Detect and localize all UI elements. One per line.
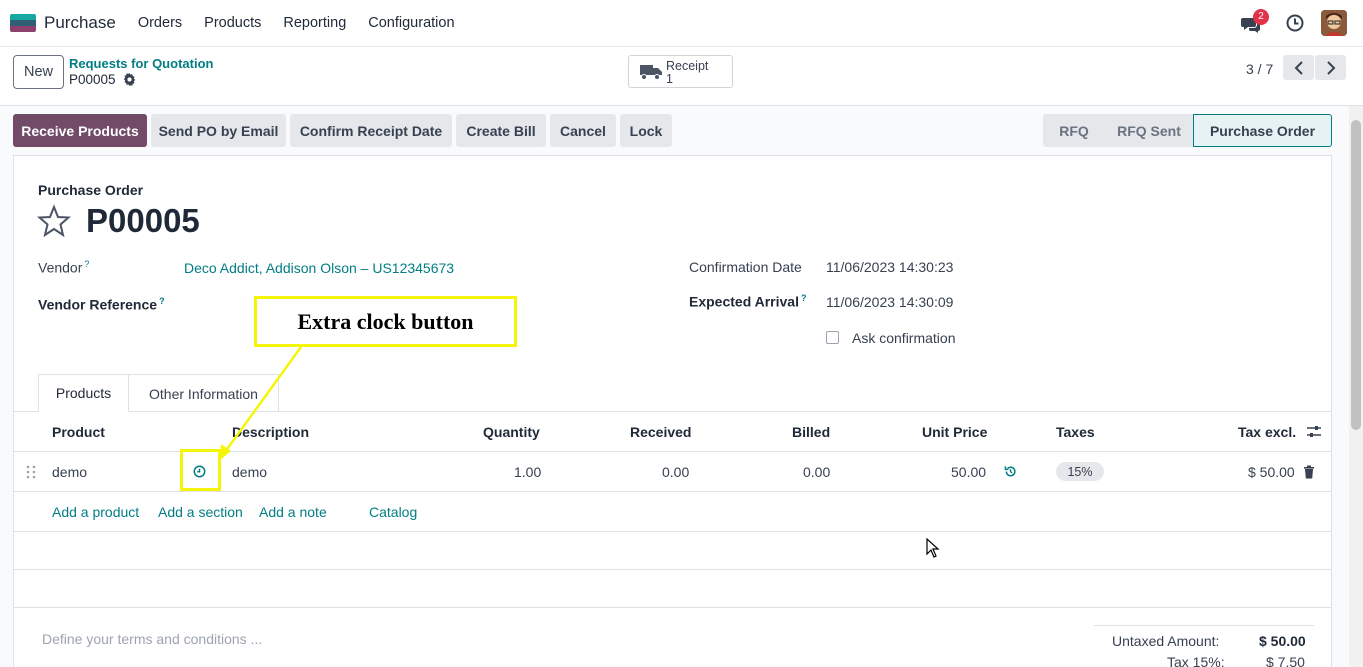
- status-purchase-order[interactable]: Purchase Order: [1193, 114, 1332, 147]
- menu-products[interactable]: Products: [204, 15, 261, 31]
- pager-value[interactable]: 3 / 7: [1246, 61, 1273, 77]
- expected-arrival-help-icon[interactable]: ?: [801, 293, 807, 303]
- totals-separator: [1094, 625, 1314, 626]
- annotation-callout: Extra clock button: [254, 296, 517, 347]
- chat-count-badge: 2: [1253, 9, 1269, 25]
- optional-columns-icon[interactable]: [1306, 424, 1322, 440]
- menu-configuration[interactable]: Configuration: [368, 15, 454, 31]
- col-product[interactable]: Product: [52, 424, 105, 440]
- chevron-left-icon: [1294, 60, 1303, 75]
- receipt-count: 1: [666, 72, 673, 86]
- tab-divider-left: [14, 411, 38, 412]
- tab-products[interactable]: Products: [38, 374, 129, 412]
- add-note-link[interactable]: Add a note: [259, 504, 327, 520]
- subtotal-cell: $ 50.00: [1248, 464, 1295, 480]
- untaxed-amount-value: $ 50.00: [1259, 633, 1306, 649]
- vendor-help-icon[interactable]: ?: [84, 259, 89, 269]
- catalog-link[interactable]: Catalog: [369, 504, 417, 520]
- receipt-smart-button[interactable]: Receipt 1: [628, 55, 733, 88]
- vendor-reference-label: Vendor Reference?: [38, 296, 165, 313]
- confirm-receipt-date-button[interactable]: Confirm Receipt Date: [290, 114, 452, 147]
- tax-tag[interactable]: 15%: [1056, 462, 1104, 481]
- expected-arrival-label: Expected Arrival?: [689, 293, 806, 310]
- star-icon[interactable]: [37, 204, 71, 238]
- truck-icon: [640, 65, 662, 80]
- tax-value: $ 7.50: [1266, 654, 1305, 667]
- untaxed-amount-label: Untaxed Amount:: [1112, 633, 1220, 649]
- confirmation-date-field[interactable]: 11/06/2023 14:30:23: [826, 259, 953, 275]
- col-received[interactable]: Received: [630, 424, 691, 440]
- control-panel: New Requests for Quotation P00005 Receip…: [0, 47, 1363, 106]
- breadcrumb-current-label: P00005: [69, 72, 116, 87]
- col-unit-price[interactable]: Unit Price: [922, 424, 987, 440]
- confirmation-date-label: Confirmation Date: [689, 259, 802, 275]
- cancel-button[interactable]: Cancel: [550, 114, 616, 147]
- history-icon[interactable]: [1004, 465, 1017, 478]
- col-billed[interactable]: Billed: [792, 424, 830, 440]
- lock-button[interactable]: Lock: [620, 114, 672, 147]
- receipt-label: Receipt: [666, 59, 709, 73]
- row-separator: [14, 491, 1331, 492]
- mouse-cursor-icon: [926, 538, 940, 558]
- record-name: P00005: [86, 202, 200, 239]
- vendor-label: Vendor?: [38, 259, 89, 276]
- expected-arrival-field[interactable]: 11/06/2023 14:30:09: [826, 294, 953, 310]
- new-button[interactable]: New: [13, 55, 64, 89]
- annotation-highlight-frame: [180, 449, 221, 491]
- breadcrumb-parent[interactable]: Requests for Quotation: [69, 56, 213, 71]
- description-cell[interactable]: demo: [232, 464, 267, 480]
- tax-label: Tax 15%:: [1167, 654, 1225, 667]
- top-navbar: Purchase Orders Products Reporting Confi…: [0, 0, 1363, 47]
- add-product-link[interactable]: Add a product: [52, 504, 139, 520]
- col-tax-excl[interactable]: Tax excl.: [1238, 424, 1296, 440]
- col-description[interactable]: Description: [232, 424, 309, 440]
- col-taxes[interactable]: Taxes: [1056, 424, 1095, 440]
- empty-row-separator-2: [14, 569, 1331, 570]
- document-type: Purchase Order: [38, 182, 144, 198]
- chevron-right-icon: [1326, 60, 1335, 75]
- page-scrollbar[interactable]: [1349, 106, 1363, 667]
- unit-price-cell[interactable]: 50.00: [951, 464, 986, 480]
- vendor-reference-label-text: Vendor Reference: [38, 296, 158, 313]
- send-po-email-button[interactable]: Send PO by Email: [151, 114, 286, 147]
- gear-icon[interactable]: [123, 73, 136, 86]
- drag-handle-icon[interactable]: [26, 465, 36, 479]
- add-section-link[interactable]: Add a section: [158, 504, 243, 520]
- breadcrumb-current: P00005: [69, 72, 136, 87]
- receive-products-button[interactable]: Receive Products: [13, 114, 147, 147]
- tab-other-information[interactable]: Other Information: [129, 374, 279, 412]
- scrollbar-thumb[interactable]: [1351, 120, 1361, 430]
- product-cell[interactable]: demo: [52, 464, 87, 480]
- received-cell[interactable]: 0.00: [662, 464, 689, 480]
- expected-arrival-label-text: Expected Arrival: [689, 293, 799, 310]
- vendor-label-text: Vendor: [38, 259, 83, 276]
- status-rfq-sent[interactable]: RFQ Sent: [1105, 114, 1193, 147]
- messaging-button[interactable]: 2: [1241, 9, 1269, 34]
- empty-row-separator-1: [14, 531, 1331, 532]
- quantity-cell[interactable]: 1.00: [514, 464, 541, 480]
- form-sheet: Purchase Order P00005 Vendor? Deco Addic…: [13, 155, 1332, 667]
- trash-icon[interactable]: [1303, 465, 1315, 479]
- purchase-app-icon[interactable]: [10, 14, 36, 32]
- menu-orders[interactable]: Orders: [138, 15, 182, 31]
- ask-confirmation-checkbox[interactable]: [826, 331, 839, 344]
- status-rfq[interactable]: RFQ: [1043, 114, 1105, 147]
- vendor-reference-help-icon[interactable]: ?: [159, 296, 165, 306]
- activity-clock-icon[interactable]: [1285, 13, 1305, 33]
- col-quantity[interactable]: Quantity: [483, 424, 540, 440]
- menu-reporting[interactable]: Reporting: [283, 15, 346, 31]
- tab-divider-right: [129, 411, 1331, 412]
- status-bar: RFQ RFQ Sent Purchase Order: [1043, 114, 1332, 147]
- billed-cell[interactable]: 0.00: [803, 464, 830, 480]
- terms-conditions-field[interactable]: Define your terms and conditions ...: [42, 631, 262, 647]
- vendor-field[interactable]: Deco Addict, Addison Olson – US12345673: [184, 260, 454, 276]
- app-name[interactable]: Purchase: [44, 13, 116, 33]
- table-bottom-border: [14, 607, 1331, 608]
- pager-next-button[interactable]: [1315, 55, 1346, 80]
- pager-previous-button[interactable]: [1283, 55, 1314, 80]
- ask-confirmation-label[interactable]: Ask confirmation: [852, 330, 955, 346]
- create-bill-button[interactable]: Create Bill: [456, 114, 546, 147]
- user-avatar[interactable]: [1321, 10, 1347, 36]
